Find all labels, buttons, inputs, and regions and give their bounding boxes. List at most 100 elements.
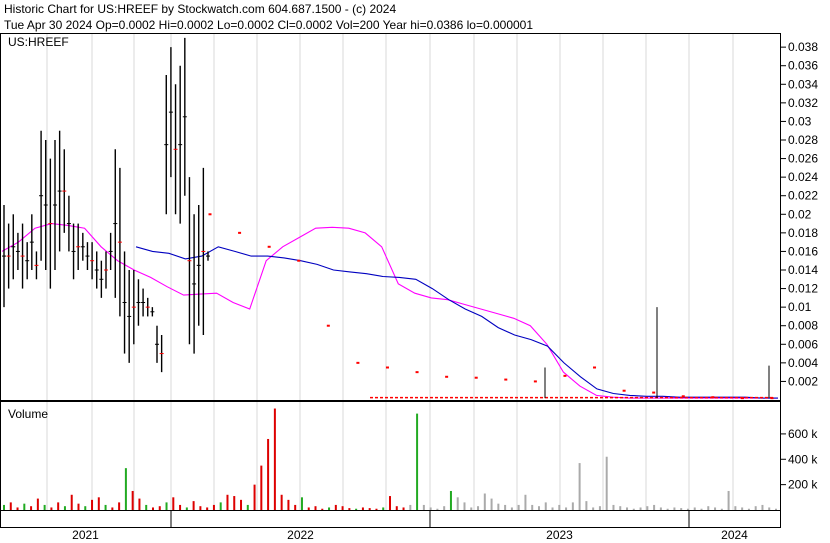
price-dot (267, 245, 271, 248)
price-tick-label: 0.024 (788, 170, 818, 184)
volume-bar (585, 501, 588, 510)
volume-bar (720, 508, 723, 510)
price-tick-label: 0.004 (788, 356, 818, 370)
volume-bar (328, 507, 331, 510)
volume-bar (422, 504, 425, 510)
volume-bar (16, 507, 19, 510)
historic-chart: Historic Chart for US:HREEF by Stockwatc… (0, 0, 830, 543)
price-dot (504, 378, 508, 381)
volume-bar (9, 502, 12, 510)
volume-bar (443, 506, 446, 510)
volume-bar (389, 496, 391, 510)
price-tick-label: 0.016 (788, 244, 818, 258)
volume-bar (260, 465, 263, 510)
volume-bar (151, 507, 154, 510)
volume-bar (307, 507, 310, 510)
volume-bar (551, 507, 554, 510)
volume-bar (3, 504, 5, 510)
volume-bar (504, 504, 507, 510)
volume-bar (727, 490, 730, 510)
price-dot (356, 361, 360, 364)
volume-bar (118, 502, 121, 510)
year-label: 2021 (72, 528, 99, 542)
volume-bar (124, 468, 127, 510)
volume-bar (775, 508, 777, 510)
volume-bar (375, 508, 378, 510)
volume-bar (646, 506, 649, 510)
price-tick-label: 0.006 (788, 337, 818, 351)
volume-bar (131, 490, 134, 510)
volume-bar (470, 507, 473, 510)
volume-bar (280, 494, 283, 510)
volume-bar (395, 506, 398, 510)
volume-bar (233, 496, 236, 510)
volume-bar (355, 508, 358, 510)
volume-bar (348, 508, 351, 510)
volume-bar (741, 507, 744, 510)
price-tick-label: 0.03 (788, 114, 812, 128)
volume-bar (300, 497, 303, 510)
year-label: 2024 (721, 528, 748, 542)
price-dot (533, 380, 537, 383)
volume-bar (659, 507, 662, 510)
volume-tick-label: 400 k (788, 452, 818, 466)
price-dot (238, 231, 242, 234)
price-tick-label: 0.022 (788, 189, 818, 203)
volume-bar (185, 507, 188, 510)
volume-bar (686, 508, 689, 510)
volume-bar (456, 497, 459, 510)
price-tick-label: 0.01 (788, 300, 812, 314)
price-tick-label: 0.02 (788, 207, 812, 221)
volume-bar (294, 504, 297, 510)
volume-bar (680, 508, 683, 510)
volume-bar (104, 504, 107, 510)
volume-bar (605, 456, 608, 510)
volume-bar (36, 498, 39, 510)
volume-bar (368, 508, 371, 510)
volume-bar (598, 506, 601, 510)
volume-bar (63, 506, 66, 510)
price-dot (593, 366, 597, 369)
volume-bar (714, 507, 717, 510)
volume-tick-label: 600 k (788, 427, 818, 441)
volume-bar (571, 502, 574, 510)
price-dot (474, 376, 478, 379)
volume-bar (91, 499, 94, 510)
volume-bar (240, 499, 243, 510)
volume-bar (517, 504, 520, 510)
price-dot (652, 391, 656, 394)
volume-bar (246, 504, 249, 510)
volume-bar (138, 498, 141, 510)
volume-bar (490, 498, 493, 510)
volume-bar (409, 504, 412, 510)
volume-bar (537, 506, 540, 510)
volume-bar (524, 494, 527, 510)
volume-bar (43, 504, 46, 510)
volume-bar (592, 507, 595, 510)
volume-bar (382, 507, 385, 510)
volume-bar (436, 508, 439, 510)
price-panel-title: US:HREEF (8, 35, 69, 49)
price-tick-label: 0.014 (788, 263, 818, 277)
year-label: 2023 (546, 528, 573, 542)
volume-bar (768, 507, 771, 510)
volume-bar (84, 506, 87, 510)
price-tick-label: 0.028 (788, 133, 818, 147)
price-dot (415, 371, 419, 374)
year-label: 2022 (287, 528, 314, 542)
volume-bar (510, 507, 513, 510)
volume-bar (693, 507, 696, 510)
volume-bar (334, 504, 337, 510)
volume-bar (50, 507, 53, 510)
volume-bar (700, 508, 703, 510)
volume-panel-title: Volume (8, 407, 48, 421)
volume-bar (23, 503, 26, 510)
volume-bar (179, 504, 182, 510)
price-tick-label: 0.018 (788, 226, 818, 240)
volume-bar (97, 497, 100, 510)
volume-bar (267, 438, 270, 510)
volume-bar (653, 504, 656, 510)
volume-bar (321, 508, 324, 510)
price-tick-label: 0.038 (788, 40, 818, 54)
price-dot (622, 389, 626, 392)
